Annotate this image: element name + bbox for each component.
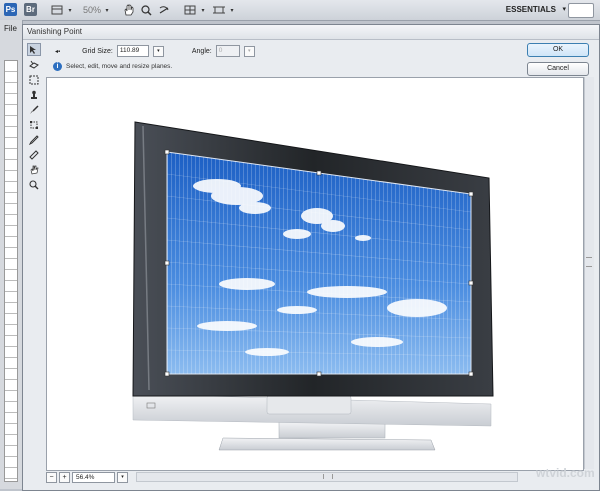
create-plane-tool-icon[interactable] bbox=[27, 58, 41, 71]
zoom-icon[interactable] bbox=[139, 3, 153, 17]
status-hint: i Select, edit, move and resize planes. bbox=[53, 62, 172, 71]
rotate-view-icon[interactable] bbox=[157, 3, 171, 17]
zoom-out-button[interactable]: − bbox=[46, 471, 57, 483]
hand-icon[interactable] bbox=[121, 3, 135, 17]
plane-options-icon[interactable]: ◂▪ bbox=[55, 48, 60, 55]
horizontal-scrollbar[interactable] bbox=[136, 472, 518, 482]
preview-canvas[interactable] bbox=[46, 77, 584, 471]
dialog-title: Vanishing Point bbox=[23, 25, 599, 40]
angle-label: Angle: bbox=[191, 47, 212, 55]
scroll-grip[interactable] bbox=[323, 474, 333, 479]
zoom-dropdown-icon[interactable]: ▾ bbox=[117, 471, 128, 483]
workspace-dropdown-icon[interactable]: ▾ bbox=[562, 5, 566, 13]
hint-text: Select, edit, move and resize planes. bbox=[66, 63, 173, 70]
angle-dropdown-icon[interactable]: ▾ bbox=[243, 45, 255, 57]
photoshop-document-area: File bbox=[0, 20, 23, 489]
brush-tool-icon[interactable] bbox=[27, 103, 41, 116]
stamp-tool-icon[interactable] bbox=[27, 88, 41, 101]
zoom-tool-icon[interactable] bbox=[27, 178, 41, 191]
tool-panel bbox=[27, 43, 41, 193]
marquee-tool-icon[interactable] bbox=[27, 73, 41, 86]
ok-button[interactable]: OK bbox=[527, 43, 589, 57]
ps-badge[interactable]: Ps bbox=[4, 3, 17, 16]
options-bar: ◂▪ Grid Size: 110.89 ▾ Angle: 0 ▾ bbox=[55, 44, 255, 58]
hand-tool-icon[interactable] bbox=[27, 163, 41, 176]
screen-mode-dropdown-icon[interactable]: ▾ bbox=[228, 3, 236, 17]
vertical-scrollbar[interactable] bbox=[584, 77, 594, 469]
menu-file[interactable]: File bbox=[4, 24, 17, 33]
zoom-in-button[interactable]: + bbox=[59, 471, 70, 483]
edit-plane-tool-icon[interactable] bbox=[27, 43, 41, 56]
application-bar: Ps Br ▾ 50% ▾ ▾ ▾ ESSENTIALS ▾ bbox=[0, 0, 600, 21]
measure-tool-icon[interactable] bbox=[27, 148, 41, 161]
cancel-button[interactable]: Cancel bbox=[527, 62, 589, 76]
zoom-level[interactable]: 50% bbox=[82, 3, 102, 17]
zoom-bar: − + 56.4% ▾ bbox=[46, 471, 586, 483]
workspace-switcher[interactable]: ESSENTIALS bbox=[506, 5, 556, 14]
vanishing-point-dialog: Vanishing Point ◂▪ Grid Size: 110.89 ▾ A… bbox=[22, 24, 600, 491]
arrange-documents-icon[interactable] bbox=[183, 3, 197, 17]
arrange-dropdown-icon[interactable]: ▾ bbox=[199, 3, 207, 17]
screen-mode-icon[interactable] bbox=[212, 3, 226, 17]
zoom-level-field[interactable]: 56.4% bbox=[72, 471, 115, 483]
transform-tool-icon[interactable] bbox=[27, 118, 41, 131]
eyedropper-tool-icon[interactable] bbox=[27, 133, 41, 146]
info-icon: i bbox=[53, 62, 62, 71]
bridge-button[interactable]: Br bbox=[24, 3, 37, 16]
grid-size-input[interactable]: 110.89 bbox=[116, 45, 149, 57]
angle-input[interactable]: 0 bbox=[215, 45, 240, 57]
watermark: wtvid.com bbox=[536, 466, 595, 480]
launch-minibridge-icon[interactable] bbox=[48, 3, 66, 17]
tv-image bbox=[132, 121, 494, 451]
search-field[interactable] bbox=[568, 3, 594, 18]
minibridge-dropdown-icon[interactable]: ▾ bbox=[66, 3, 74, 17]
vertical-ruler bbox=[4, 60, 18, 482]
grid-size-label: Grid Size: bbox=[82, 47, 113, 55]
grid-size-dropdown-icon[interactable]: ▾ bbox=[152, 45, 164, 57]
zoom-dropdown-icon[interactable]: ▾ bbox=[103, 3, 111, 17]
